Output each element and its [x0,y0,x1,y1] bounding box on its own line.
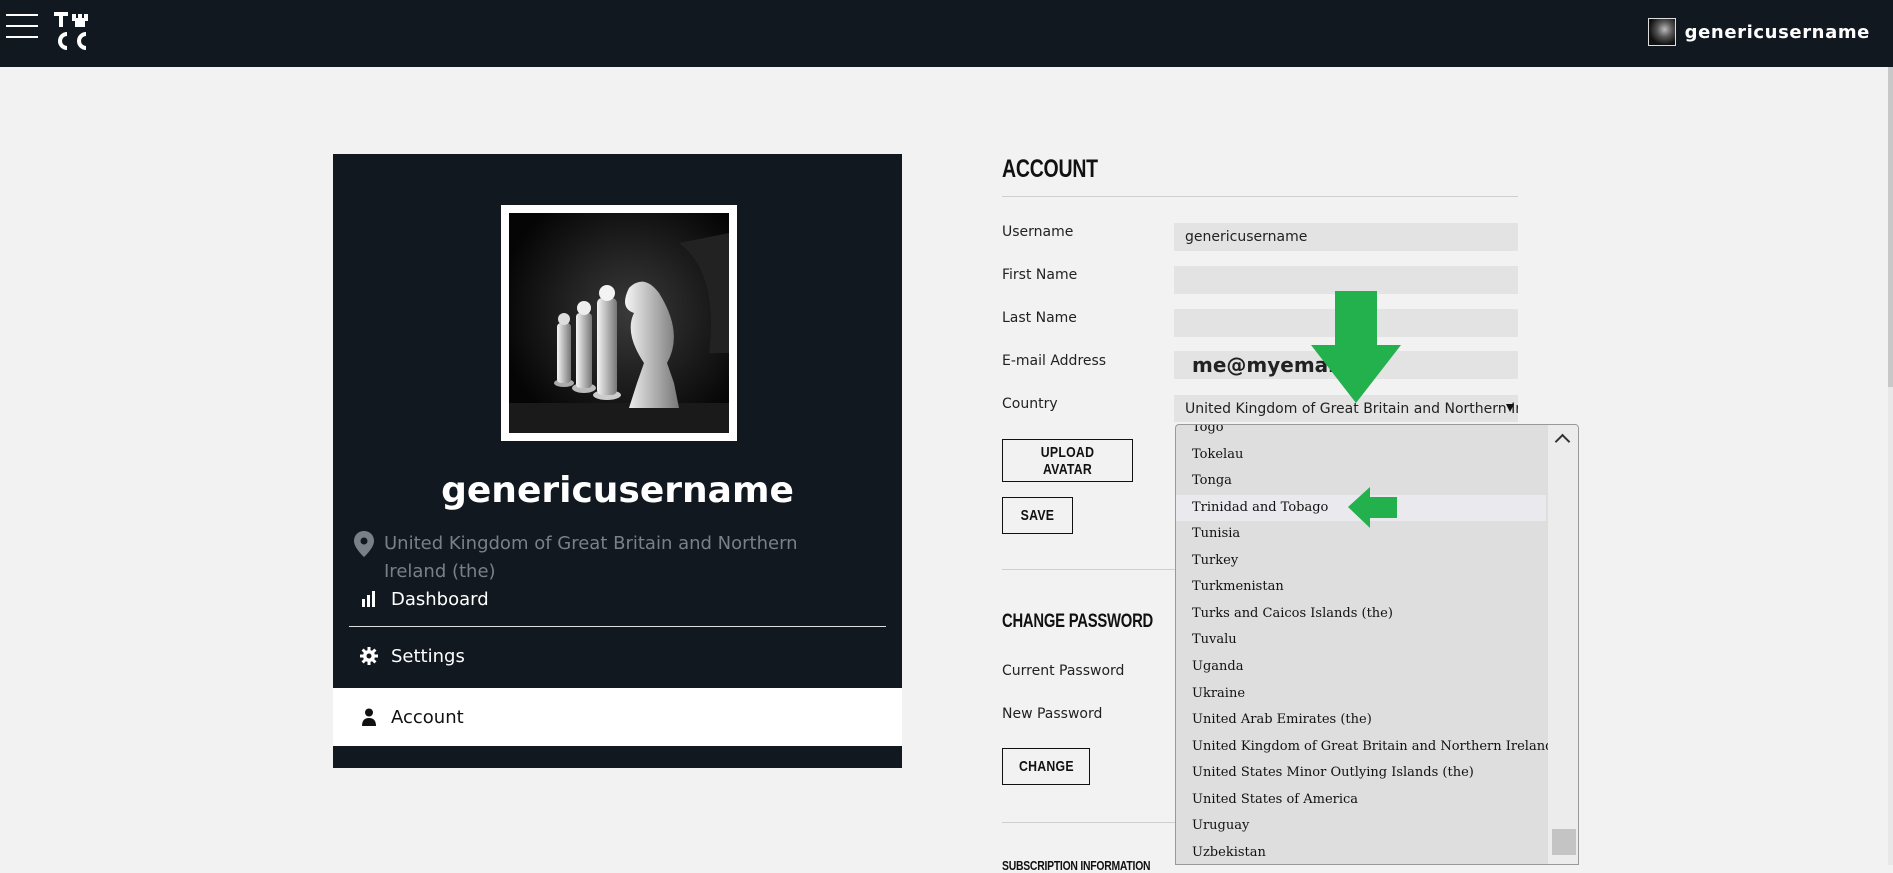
dropdown-option[interactable]: Tuvalu [1176,627,1546,653]
email-label: E-mail Address [1002,353,1107,369]
current-password-label: Current Password [1002,663,1125,679]
account-section-title: ACCOUNT [1002,155,1098,183]
user-menu[interactable]: genericusername [1647,17,1870,47]
sidebar-item-label: Dashboard [391,588,489,610]
new-password-label: New Password [1002,706,1103,722]
dropdown-option[interactable]: United Kingdom of Great Britain and Nort… [1176,734,1578,760]
first-name-field[interactable] [1174,266,1518,294]
dropdown-scrollbar[interactable] [1548,425,1578,864]
dropdown-option[interactable]: Uganda [1176,654,1546,680]
change-password-title: CHANGE PASSWORD [1002,611,1154,632]
page-scrollbar[interactable] [1888,67,1893,865]
username-field[interactable] [1174,223,1518,251]
chess-pieces-image [509,213,729,433]
sidebar-item-dashboard[interactable]: Dashboard [349,572,886,627]
dropdown-option[interactable]: Uzbekistan [1176,840,1546,864]
page-scrollbar-thumb[interactable] [1888,67,1893,387]
change-label: CHANGE [1018,758,1074,775]
change-password-button[interactable]: CHANGE [1002,748,1090,785]
dropdown-option[interactable]: Turkmenistan [1176,574,1546,600]
dropdown-scrollbar-thumb[interactable] [1552,829,1576,855]
dropdown-option[interactable]: United States Minor Outlying Islands (th… [1176,760,1546,786]
scroll-up-arrow-icon[interactable] [1554,433,1571,450]
save-label: SAVE [1020,507,1055,524]
chevron-down-icon [1506,404,1514,412]
dropdown-option[interactable]: Ukraine [1176,681,1546,707]
annotation-down-arrow-icon [1311,291,1401,403]
top-navigation-bar: genericusername [0,0,1893,67]
user-avatar [1647,18,1676,46]
profile-card: genericusername United Kingdom of Great … [333,154,902,768]
hamburger-menu-icon[interactable] [6,14,38,46]
site-logo[interactable] [53,10,95,52]
sidebar-item-account[interactable]: Account [333,688,902,746]
dropdown-option[interactable]: Tokelau [1176,442,1546,468]
dropdown-option[interactable]: Uruguay [1176,813,1546,839]
user-icon [359,707,379,727]
bar-chart-icon [359,589,379,609]
dropdown-option[interactable]: Turkey [1176,548,1546,574]
dropdown-option[interactable]: Turks and Caicos Islands (the) [1176,601,1546,627]
profile-avatar [501,205,737,441]
location-pin-icon [354,531,374,557]
country-label: Country [1002,396,1058,412]
sidebar-item-label: Settings [391,645,465,667]
sidebar-item-label: Account [391,706,464,728]
first-name-label: First Name [1002,267,1078,283]
last-name-label: Last Name [1002,310,1077,326]
upload-avatar-button[interactable]: UPLOAD AVATAR [1002,439,1133,482]
dropdown-option[interactable]: United States of America [1176,787,1546,813]
annotation-left-arrow-icon [1348,487,1397,528]
dropdown-option[interactable]: United Arab Emirates (the) [1176,707,1546,733]
divider [1002,196,1518,197]
upload-avatar-label: UPLOAD AVATAR [1040,443,1095,478]
profile-username: genericusername [441,470,794,511]
dropdown-option[interactable]: Togo [1176,425,1546,441]
sidebar-item-settings[interactable]: Settings [349,627,886,685]
gear-icon [359,646,379,666]
save-button[interactable]: SAVE [1002,497,1073,534]
header-username: genericusername [1684,21,1870,43]
username-label: Username [1002,224,1074,240]
subscription-title: SUBSCRIPTION INFORMATION [1002,858,1151,873]
